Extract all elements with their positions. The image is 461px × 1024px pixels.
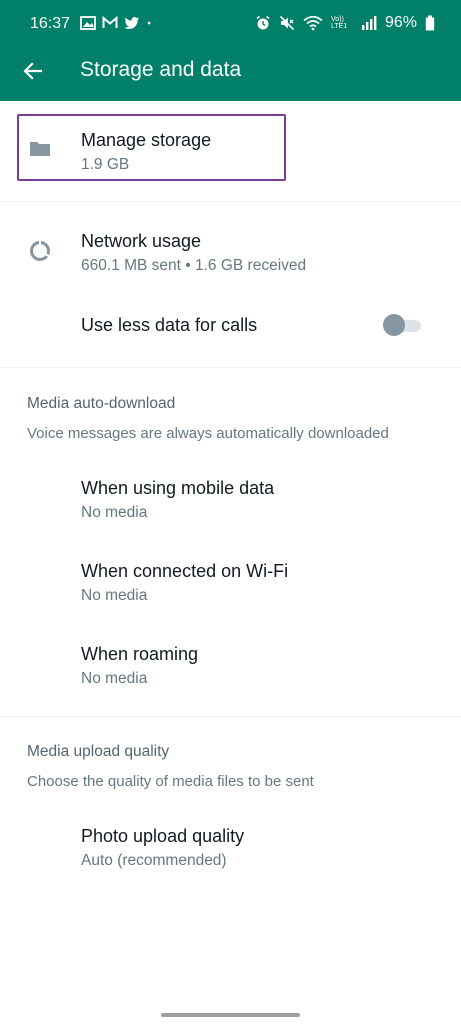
status-time: 16:37	[30, 15, 71, 32]
network-usage-title: Network usage	[81, 231, 202, 251]
signal-icon	[361, 16, 377, 30]
app-bar: Storage and data	[0, 48, 461, 101]
network-usage-subtitle: 660.1 MB sent • 1.6 GB received	[81, 257, 307, 274]
arrow-left-icon	[23, 62, 43, 80]
alarm-icon	[256, 15, 270, 30]
volte-icon: Vo)) LTE1	[330, 16, 348, 30]
highlight-box	[17, 114, 286, 181]
less-data-toggle[interactable]	[383, 314, 421, 336]
item-subtitle: No media	[81, 587, 148, 604]
battery-percent: 96%	[384, 14, 417, 31]
divider	[0, 367, 461, 368]
mute-icon	[279, 15, 295, 31]
gmail-icon	[102, 15, 118, 28]
section-header-upload-quality: Media upload quality	[27, 743, 170, 760]
item-title: When connected on Wi-Fi	[81, 561, 289, 581]
toggle-thumb	[383, 314, 405, 336]
navigation-handle[interactable]	[161, 1013, 300, 1017]
status-left-icons	[80, 15, 156, 31]
less-data-title: Use less data for calls	[81, 315, 258, 335]
top-bar: 16:37 Vo)) LTE1 96% Storage and data	[0, 0, 461, 101]
item-subtitle: No media	[81, 670, 148, 687]
data-usage-icon	[30, 241, 50, 261]
network-usage-row[interactable]: Network usage 660.1 MB sent • 1.6 GB rec…	[0, 202, 461, 284]
section-desc-auto-download: Voice messages are always automatically …	[27, 425, 389, 442]
status-bar: 16:37 Vo)) LTE1 96%	[0, 0, 461, 48]
dot-icon	[147, 21, 151, 25]
wifi-icon	[303, 15, 323, 31]
status-right-icons: Vo)) LTE1 96%	[255, 14, 435, 32]
back-button[interactable]	[18, 56, 48, 86]
section-header-auto-download: Media auto-download	[27, 395, 176, 412]
image-icon	[80, 16, 96, 30]
item-title: When using mobile data	[81, 478, 275, 498]
list-item-roaming[interactable]: When roaming No media	[0, 629, 461, 709]
page-title: Storage and data	[80, 58, 242, 81]
section-desc-upload-quality: Choose the quality of media files to be …	[27, 773, 314, 790]
twitter-icon	[124, 17, 139, 29]
item-subtitle: No media	[81, 504, 148, 521]
item-title: Photo upload quality	[81, 826, 245, 846]
list-item-photo-quality[interactable]: Photo upload quality Auto (recommended)	[0, 811, 461, 891]
list-item-mobile-data[interactable]: When using mobile data No media	[0, 463, 461, 543]
item-title: When roaming	[81, 644, 199, 664]
divider	[0, 716, 461, 717]
item-subtitle: Auto (recommended)	[81, 852, 227, 869]
battery-icon	[425, 15, 435, 31]
list-item-wifi[interactable]: When connected on Wi-Fi No media	[0, 546, 461, 626]
